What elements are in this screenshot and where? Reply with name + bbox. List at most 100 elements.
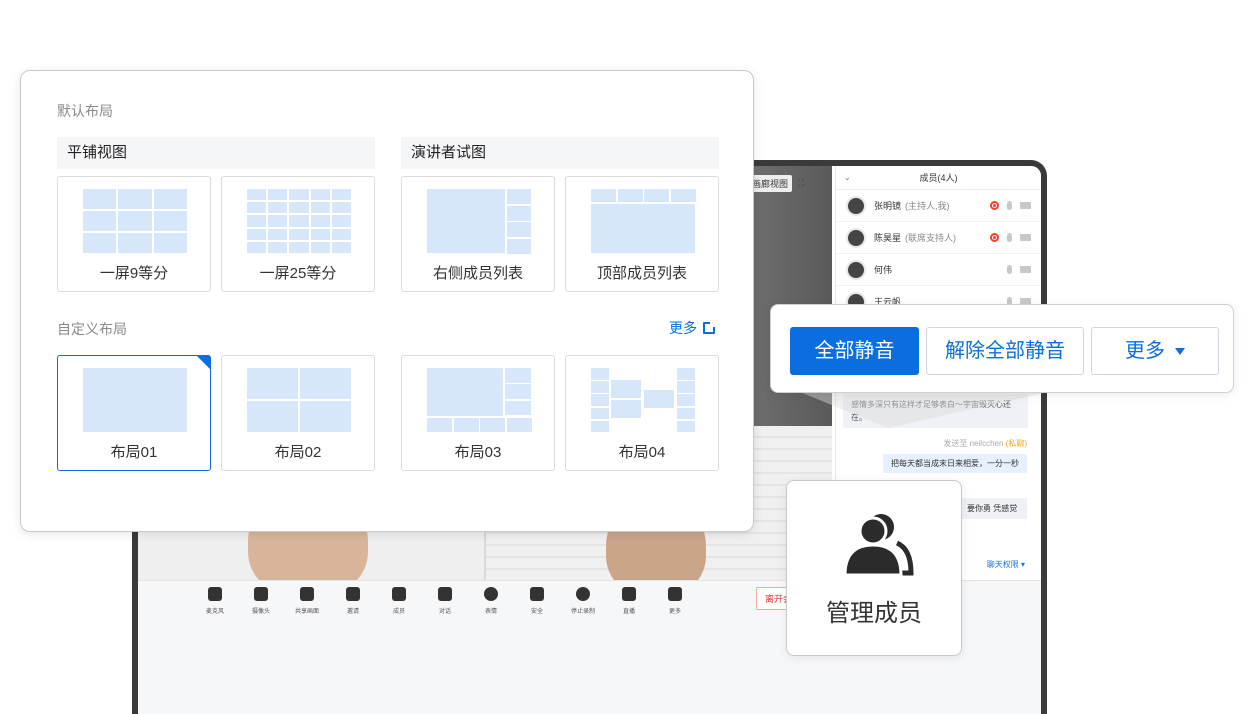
member-role: (主持人,我): [905, 201, 950, 211]
camera-icon[interactable]: [1020, 202, 1031, 209]
member-row[interactable]: 陈昊星 (联席支持人): [836, 222, 1041, 254]
layout-cell: [591, 204, 695, 253]
layout-cell: [505, 368, 531, 383]
member-status-icons: [990, 233, 1031, 242]
layout-cell: [247, 241, 267, 253]
layout-cell: [611, 400, 641, 418]
camera-icon[interactable]: [1020, 266, 1031, 273]
toolbar-button[interactable]: 对话: [422, 587, 468, 615]
toolbar-button[interactable]: 直播: [606, 587, 652, 615]
member-row[interactable]: 何伟: [836, 254, 1041, 286]
layout-thumbnail: [247, 189, 351, 253]
layout-cell: [331, 228, 351, 240]
layout-cell: [505, 384, 531, 399]
avatar: [846, 195, 866, 216]
more-layouts-link[interactable]: 更多: [669, 318, 716, 338]
layout-cell: [591, 394, 609, 406]
microphone-icon[interactable]: [1007, 233, 1012, 242]
toolbar-button-label: 表情: [484, 609, 497, 615]
screen-share-icon: [300, 587, 314, 601]
layout-card-right-list[interactable]: 右侧成员列表: [401, 176, 555, 292]
toolbar-button[interactable]: 更多: [652, 587, 698, 615]
layout-cell: [505, 400, 531, 416]
toolbar-button-label: 直播: [622, 609, 635, 615]
caret-down-icon: [1175, 348, 1185, 356]
chat-permission-dropdown[interactable]: 聊天权限 ▾: [987, 559, 1025, 570]
layout-card-custom-04[interactable]: 布局04: [565, 355, 719, 471]
layout-cell: [427, 418, 452, 432]
microphone-icon[interactable]: [1007, 201, 1012, 210]
layout-cell: [331, 189, 351, 201]
custom-layout-title: 自定义布局: [57, 321, 127, 337]
layout-cell: [331, 215, 351, 227]
layout-card-grid-25[interactable]: 一屏25等分: [221, 176, 375, 292]
layout-cell: [677, 394, 695, 406]
manage-members-card[interactable]: 管理成员: [786, 480, 962, 656]
layout-cell: [331, 202, 351, 214]
layout-cell: [310, 228, 330, 240]
layout-cell: [153, 211, 187, 231]
toolbar-button-label: 摄像头: [251, 609, 270, 615]
layout-card-top-list[interactable]: 顶部成员列表: [565, 176, 719, 292]
toolbar-button[interactable]: 麦克风: [192, 587, 238, 615]
toolbar-button[interactable]: 停止录制: [560, 587, 606, 615]
layout-cell: [507, 238, 531, 254]
layout-card-custom-02[interactable]: 布局02: [221, 355, 375, 471]
layout-cell: [427, 189, 505, 253]
layout-cell: [118, 233, 152, 253]
members-icon: [392, 587, 406, 601]
member-row[interactable]: 张明镜 (主持人,我): [836, 190, 1041, 222]
unmute-all-button[interactable]: 解除全部静音: [926, 327, 1084, 375]
layout-cell: [644, 390, 674, 408]
toolbar-button[interactable]: 邀请: [330, 587, 376, 615]
layout-cell: [268, 215, 288, 227]
layout-cell: [268, 228, 288, 240]
toolbar-button[interactable]: 表情: [468, 587, 514, 615]
layout-cell: [83, 368, 187, 432]
layout-cell: [247, 228, 267, 240]
layout-cell: [247, 215, 267, 227]
stage: 画廊视图 ⛶ ⌄ 成员(4人) 张明镜 (主持人,我) 陈昊星 (联席支持人) 何伟 王云…: [0, 0, 1254, 714]
layout-thumbnail: [427, 368, 532, 432]
toolbar-button[interactable]: 成员: [376, 587, 422, 615]
security-icon: [530, 587, 544, 601]
layout-cell: [310, 189, 330, 201]
layout-cell: [453, 418, 479, 432]
member-name: 陈昊星: [874, 233, 902, 243]
layout-cell: [507, 189, 531, 204]
member-status-icons: [1007, 265, 1031, 274]
layout-card-custom-01[interactable]: 布局01: [57, 355, 211, 471]
toolbar-buttons: 麦克风 摄像头 共享画面 邀请 成员 对话 表情 安全 停止录制 直播 更多: [192, 587, 698, 615]
toolbar-button-label: 对话: [438, 609, 451, 615]
layout-card-label: 布局01: [110, 444, 158, 461]
layout-thumbnail: [591, 189, 696, 253]
layout-card-grid-9[interactable]: 一屏9等分: [57, 176, 211, 292]
toolbar-button[interactable]: 安全: [514, 587, 560, 615]
chevron-down-icon[interactable]: ⌄: [844, 173, 851, 182]
toolbar-button-label: 共享画面: [294, 609, 319, 615]
layout-cell: [247, 368, 298, 399]
default-layout-title: 默认布局: [57, 103, 113, 119]
layout-thumbnail: [591, 368, 695, 433]
gallery-view-button[interactable]: 画廊视图: [748, 174, 793, 192]
layout-cell: [153, 233, 187, 253]
toolbar-button[interactable]: 共享画面: [284, 587, 330, 615]
layout-cell: [300, 368, 351, 399]
layout-card-label: 顶部成员列表: [596, 265, 687, 282]
fullscreen-icon[interactable]: ⛶: [798, 178, 804, 189]
layout-cell: [644, 189, 669, 202]
more-dropdown-button[interactable]: 更多: [1091, 327, 1219, 375]
toolbar-button[interactable]: 摄像头: [238, 587, 284, 615]
layout-thumbnail: [83, 189, 187, 253]
layout-panel: 默认布局 平铺视图 演讲者试图 一屏9等分 一屏25等分 右侧成员列表 顶部成员…: [20, 70, 754, 532]
layout-cell: [677, 368, 695, 380]
chat-message-partial: 要你勇 凭感觉: [961, 498, 1027, 519]
camera-icon[interactable]: [1020, 234, 1031, 241]
toolbar-button-label: 成员: [392, 609, 405, 615]
layout-cell: [480, 418, 505, 432]
layout-cell: [268, 189, 288, 201]
microphone-icon[interactable]: [1007, 265, 1012, 274]
mute-all-button[interactable]: 全部静音: [790, 327, 919, 375]
layout-card-custom-03[interactable]: 布局03: [401, 355, 555, 471]
manage-members-label: 管理成员: [826, 600, 922, 627]
